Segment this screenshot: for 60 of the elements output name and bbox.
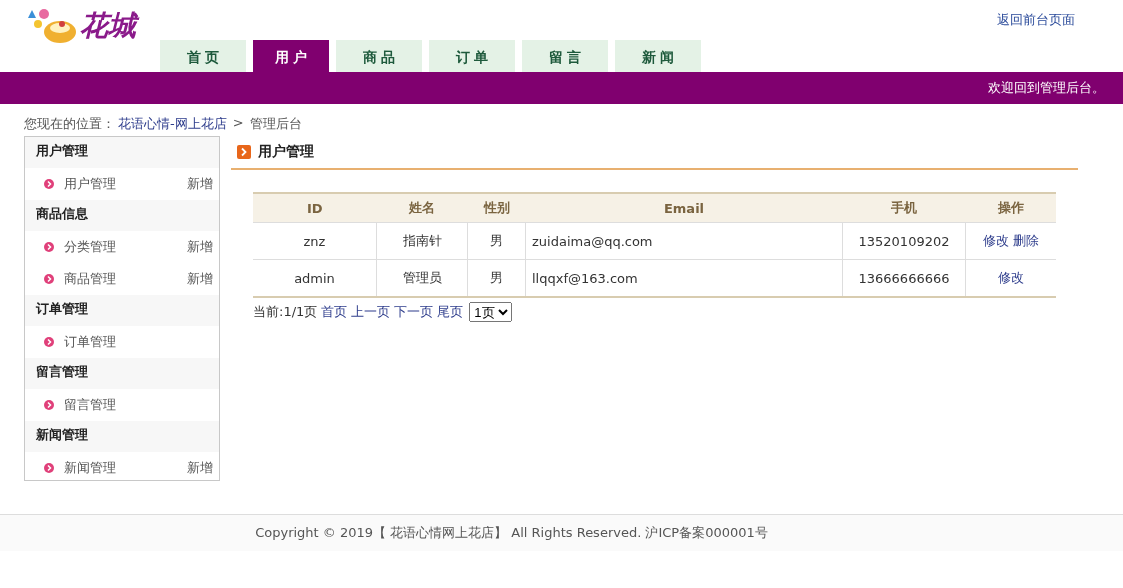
add-link[interactable]: 新增 — [187, 459, 213, 477]
table-cell: znz — [253, 222, 377, 260]
arrow-bullet-icon — [44, 242, 54, 252]
column-header: 性别 — [467, 193, 526, 223]
table-cell: zuidaima@qq.com — [525, 222, 843, 260]
sidebar-link[interactable]: 用户管理 — [64, 175, 116, 193]
table-cell: 管理员 — [376, 259, 468, 297]
sidebar-heading: 订单管理 — [25, 295, 219, 326]
breadcrumb-current: 管理后台 — [249, 115, 302, 133]
breadcrumb-separator: > — [232, 115, 244, 132]
pager-link[interactable]: 下一页 — [394, 303, 434, 321]
pager-link[interactable]: 首页 — [321, 303, 348, 321]
sidebar-link[interactable]: 留言管理 — [64, 396, 116, 414]
nav-tab[interactable]: 商 品 — [336, 40, 422, 72]
sidebar-link[interactable]: 订单管理 — [64, 333, 116, 351]
nav-tab[interactable]: 订 单 — [429, 40, 515, 72]
column-header: 操作 — [965, 193, 1056, 223]
breadcrumb-link[interactable]: 花语心情-网上花店 — [118, 115, 227, 136]
sidebar-heading: 用户管理 — [25, 137, 219, 168]
section-title: 用户管理 — [258, 143, 314, 161]
nav-tab[interactable]: 用 户 — [253, 40, 329, 72]
copyright-text: Copyright © 2019【 花语心情网上花店】 All Rights Reserved. 沪ICP备案000001号 — [255, 524, 768, 542]
arrow-bullet-icon — [44, 179, 54, 189]
column-header: Email — [525, 193, 843, 223]
column-header: 手机 — [842, 193, 966, 223]
pager-link[interactable]: 上一页 — [351, 303, 391, 321]
table-cell: llqqxf@163.com — [525, 259, 843, 297]
table-cell: 男 — [467, 222, 526, 260]
welcome-text: 欢迎回到管理后台。 — [988, 79, 1105, 97]
pager-link[interactable]: 尾页 — [437, 303, 464, 321]
page-status: 当前:1/1页 — [253, 303, 318, 321]
table-cell: admin — [253, 259, 377, 297]
sidebar-heading: 留言管理 — [25, 358, 219, 389]
sidebar-link[interactable]: 商品管理 — [64, 270, 116, 288]
sidebar-heading: 商品信息 — [25, 200, 219, 231]
row-action-link[interactable]: 修改 — [998, 270, 1024, 285]
add-link[interactable]: 新增 — [187, 175, 213, 193]
arrow-bullet-icon — [44, 274, 54, 284]
column-header: ID — [253, 193, 377, 223]
table-cell: 13666666666 — [842, 259, 966, 297]
table-cell: 指南针 — [376, 222, 468, 260]
sidebar-heading: 新闻管理 — [25, 421, 219, 452]
nav-tab[interactable]: 首 页 — [160, 40, 246, 72]
add-link[interactable]: 新增 — [187, 238, 213, 256]
page-select[interactable]: 1页 — [469, 302, 513, 322]
arrow-bullet-icon — [44, 463, 54, 473]
column-header: 姓名 — [376, 193, 468, 223]
row-action-link[interactable]: 修改 — [983, 233, 1009, 248]
row-action-link[interactable]: 删除 — [1013, 233, 1039, 248]
sidebar-link[interactable]: 新闻管理 — [64, 459, 116, 477]
table-cell: 13520109202 — [842, 222, 966, 260]
sidebar-link[interactable]: 分类管理 — [64, 238, 116, 256]
back-link[interactable]: 返回前台页面 — [997, 11, 1075, 29]
nav-tab[interactable]: 新 闻 — [615, 40, 701, 72]
table-cell: 男 — [467, 259, 526, 297]
nav-tab[interactable]: 留 言 — [522, 40, 608, 72]
add-link[interactable]: 新增 — [187, 270, 213, 288]
arrow-bullet-icon — [44, 400, 54, 410]
breadcrumb-label: 您现在的位置： — [24, 115, 115, 133]
arrow-bullet-icon — [44, 337, 54, 347]
